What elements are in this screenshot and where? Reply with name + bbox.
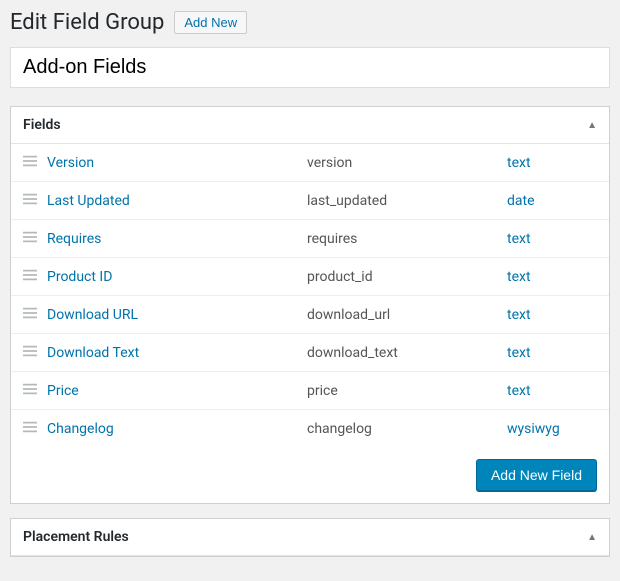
field-label[interactable]: Version (47, 155, 307, 171)
fields-panel-title: Fields (23, 117, 61, 133)
field-type[interactable]: text (507, 231, 597, 247)
field-label[interactable]: Product ID (47, 269, 307, 285)
drag-handle-icon[interactable] (23, 268, 47, 285)
field-name: download_url (307, 307, 507, 323)
field-label[interactable]: Requires (47, 231, 307, 247)
add-new-field-button[interactable]: Add New Field (476, 459, 597, 491)
field-name: price (307, 383, 507, 399)
field-row: Download Textdownload_texttext (11, 334, 609, 372)
drag-handle-icon[interactable] (23, 382, 47, 399)
add-new-button[interactable]: Add New (174, 11, 247, 34)
field-type[interactable]: text (507, 155, 597, 171)
field-name: requires (307, 231, 507, 247)
field-type[interactable]: text (507, 269, 597, 285)
field-type[interactable]: text (507, 307, 597, 323)
drag-handle-icon[interactable] (23, 154, 47, 171)
field-row: Pricepricetext (11, 372, 609, 410)
field-name: product_id (307, 269, 507, 285)
field-name: changelog (307, 421, 507, 437)
drag-handle-icon[interactable] (23, 192, 47, 209)
field-label[interactable]: Price (47, 383, 307, 399)
field-row: Last Updatedlast_updateddate (11, 182, 609, 220)
field-name: last_updated (307, 193, 507, 209)
drag-handle-icon[interactable] (23, 230, 47, 247)
fields-panel: Fields ▲ VersionversiontextLast Updatedl… (10, 106, 610, 504)
field-label[interactable]: Last Updated (47, 193, 307, 209)
field-row: Requiresrequirestext (11, 220, 609, 258)
field-type[interactable]: text (507, 383, 597, 399)
field-row: Product IDproduct_idtext (11, 258, 609, 296)
drag-handle-icon[interactable] (23, 344, 47, 361)
fields-panel-header[interactable]: Fields ▲ (11, 107, 609, 144)
field-type[interactable]: date (507, 193, 597, 209)
group-title-input[interactable] (10, 47, 610, 88)
collapse-icon: ▲ (587, 120, 597, 131)
placement-panel-header[interactable]: Placement Rules ▲ (11, 519, 609, 556)
field-name: version (307, 155, 507, 171)
placement-panel-title: Placement Rules (23, 529, 129, 545)
field-label[interactable]: Download URL (47, 307, 307, 323)
field-row: Versionversiontext (11, 144, 609, 182)
drag-handle-icon[interactable] (23, 306, 47, 323)
field-label[interactable]: Download Text (47, 345, 307, 361)
page-title: Edit Field Group (10, 10, 164, 35)
field-type[interactable]: text (507, 345, 597, 361)
field-type[interactable]: wysiwyg (507, 421, 597, 437)
field-name: download_text (307, 345, 507, 361)
placement-panel: Placement Rules ▲ (10, 518, 610, 557)
field-label[interactable]: Changelog (47, 421, 307, 437)
collapse-icon: ▲ (587, 532, 597, 543)
field-row: Download URLdownload_urltext (11, 296, 609, 334)
drag-handle-icon[interactable] (23, 420, 47, 437)
field-row: Changelogchangelogwysiwyg (11, 410, 609, 447)
